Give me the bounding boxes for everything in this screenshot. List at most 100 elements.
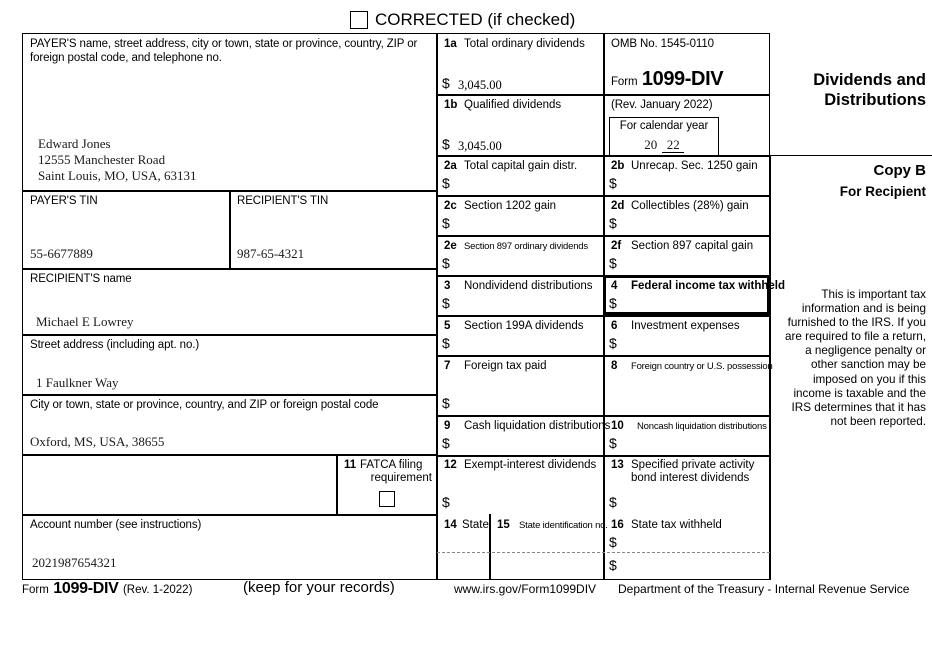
box5-currency: $ <box>442 335 450 351</box>
form-revision: (Rev. January 2022) <box>611 99 713 111</box>
state-rows-divider <box>437 552 770 553</box>
row-divider-56 <box>437 355 770 357</box>
row-divider-1a <box>437 94 604 96</box>
recipient-tin-value: 987-65-4321 <box>237 246 305 261</box>
box9-currency: $ <box>442 435 450 451</box>
payer-tin-value: 55-6677889 <box>30 246 93 261</box>
box12-number: 12 <box>444 459 457 471</box>
copy-for-recipient-label: For Recipient <box>839 184 926 199</box>
box13-number: 13 <box>611 459 624 471</box>
box1a-label: Total ordinary dividends <box>464 38 585 50</box>
box4-currency: $ <box>609 295 617 311</box>
row-divider-1b <box>437 155 770 157</box>
box12-currency: $ <box>442 494 450 510</box>
row-divider-street <box>22 334 437 336</box>
box15-label: State identification no. <box>519 520 608 531</box>
box6-currency: $ <box>609 335 617 351</box>
box13-label-line2: bond interest dividends <box>631 472 750 484</box>
box9-number: 9 <box>444 420 451 432</box>
col-divider-mid <box>603 155 605 580</box>
box9-label: Cash liquidation distributions <box>464 420 611 432</box>
box1b-number: 1b <box>444 99 458 111</box>
row-divider-account <box>22 514 437 516</box>
box2b-number: 2b <box>611 160 625 172</box>
box8-number: 8 <box>611 360 618 372</box>
form-title-line2: Distributions <box>824 91 926 109</box>
footer-form-word: Form <box>22 584 49 596</box>
payer-city-state-zip: Saint Louis, MO, USA, 63131 <box>38 168 197 183</box>
recipient-name-label: RECIPIENT'S name <box>30 273 132 285</box>
footer-department: Department of the Treasury - Internal Re… <box>618 582 910 596</box>
year-prefix: 20 <box>644 137 658 152</box>
account-number-label: Account number (see instructions) <box>30 519 202 531</box>
box3-label: Nondividend distributions <box>464 280 593 292</box>
row-divider-city <box>22 394 437 396</box>
col-divider-fatca <box>336 454 338 514</box>
box13-label-line1: Specified private activity <box>631 459 755 471</box>
box2a-label: Total capital gain distr. <box>464 160 578 172</box>
box11-number: 11 <box>344 459 357 471</box>
box16-currency-row2: $ <box>609 557 617 573</box>
box3-currency: $ <box>442 295 450 311</box>
box2f-number: 2f <box>611 240 622 252</box>
box16-currency-row1: $ <box>609 534 617 550</box>
col-divider-tin <box>229 190 231 268</box>
footer-form-number: 1099-DIV <box>53 580 119 597</box>
recipient-city-value: Oxford, MS, USA, 38655 <box>30 434 165 449</box>
omb-number: OMB No. 1545-0110 <box>611 38 714 50</box>
box16-label: State tax withheld <box>631 519 722 531</box>
payer-tin-label: PAYER'S TIN <box>30 195 98 207</box>
box1a-value: 3,045.00 <box>458 78 502 92</box>
form-word: Form <box>611 76 638 88</box>
footer-url: www.irs.gov/Form1099DIV <box>454 582 597 596</box>
box2c-currency: $ <box>442 215 450 231</box>
box10-label: Noncash liquidation distributions <box>637 421 767 432</box>
recipient-name-value: Michael E Lowrey <box>36 314 134 329</box>
recipient-city-label: City or town, state or province, country… <box>30 399 379 411</box>
recipient-notice-text: This is important tax information and is… <box>785 288 926 428</box>
footer-form-group: Form 1099-DIV (Rev. 1-2022) <box>22 580 192 598</box>
row-divider-34 <box>437 315 770 317</box>
box16-number: 16 <box>611 519 624 531</box>
row-divider-recipient-name <box>22 268 437 270</box>
row-divider-78 <box>437 415 770 417</box>
recipient-street-value: 1 Faulkner Way <box>36 375 119 390</box>
box2f-currency: $ <box>609 255 617 271</box>
box2d-currency: $ <box>609 215 617 231</box>
box11-label-line2: requirement <box>370 472 432 484</box>
payer-street: 12555 Manchester Road <box>38 152 166 167</box>
box4-label: Federal income tax withheld <box>631 280 786 292</box>
box2c-label: Section 1202 gain <box>464 200 557 212</box>
row-divider-910 <box>437 455 770 457</box>
box13-currency: $ <box>609 494 617 510</box>
payer-name: Edward Jones <box>38 136 111 151</box>
box1a-currency: $ <box>442 75 450 91</box>
box6-label: Investment expenses <box>631 320 740 332</box>
box1b-currency: $ <box>442 136 450 152</box>
form-label-group: Form 1099-DIV <box>611 68 724 91</box>
payer-header-label: PAYER'S name, street address, city or to… <box>30 38 418 64</box>
corrected-checkbox[interactable] <box>350 11 368 29</box>
col-divider-main <box>436 33 438 580</box>
corrected-label: CORRECTED (if checked) <box>375 10 576 29</box>
box5-label: Section 199A dividends <box>464 320 584 332</box>
box14-number: 14 <box>444 519 457 531</box>
col-divider-1415 <box>489 514 491 580</box>
account-number-value: 2021987654321 <box>32 555 117 570</box>
box4-number: 4 <box>611 280 618 292</box>
form-title-line1: Dividends and <box>813 71 926 89</box>
box2a-number: 2a <box>444 160 457 172</box>
box2c-number: 2c <box>444 200 457 212</box>
box2b-currency: $ <box>609 175 617 191</box>
recipient-tin-label: RECIPIENT'S TIN <box>237 195 329 207</box>
box10-number: 10 <box>611 420 624 432</box>
fatca-checkbox[interactable] <box>379 491 395 507</box>
box2a-currency: $ <box>442 175 450 191</box>
box7-currency: $ <box>442 395 450 411</box>
box15-number: 15 <box>497 519 510 531</box>
year-suffix: 22 <box>661 137 684 153</box>
calendar-year-value: 20 22 <box>609 136 719 154</box>
copy-label: Copy B <box>873 162 927 179</box>
box5-number: 5 <box>444 320 451 332</box>
box1b-label: Qualified dividends <box>464 99 562 111</box>
